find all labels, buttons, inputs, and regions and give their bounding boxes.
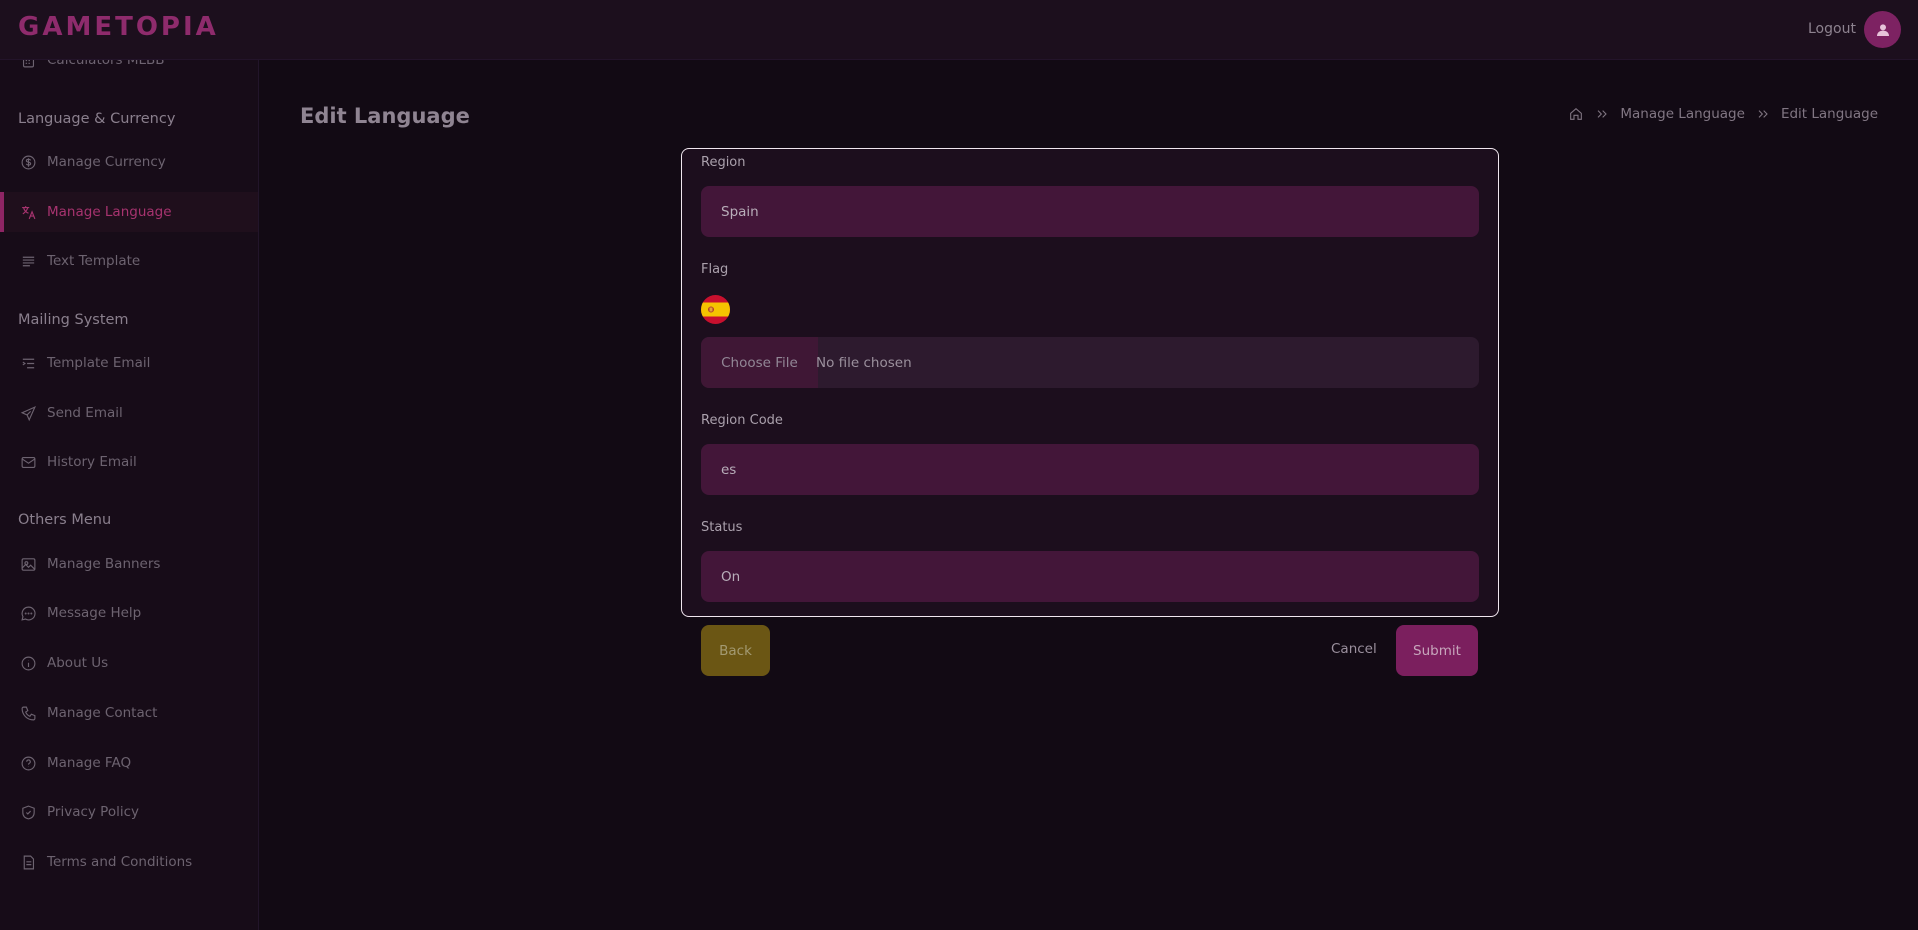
sidebar-item-message-help[interactable]: Message Help: [0, 593, 258, 633]
sidebar-item-send-email[interactable]: Send Email: [0, 393, 258, 433]
submit-button[interactable]: Submit: [1396, 625, 1478, 676]
translate-icon: [18, 202, 38, 222]
sidebar-item-calculators[interactable]: Calculators MLBB: [0, 60, 258, 80]
chat-icon: [18, 603, 38, 623]
sidebar-item-label: Template Email: [47, 355, 151, 371]
sidebar-item-label: Message Help: [47, 605, 142, 621]
sidebar-item-label: Calculators MLBB: [47, 60, 165, 68]
sidebar-item-label: Send Email: [47, 405, 123, 421]
sidebar-item-terms-conditions[interactable]: Terms and Conditions: [0, 842, 258, 882]
breadcrumb-link[interactable]: Manage Language: [1620, 106, 1745, 122]
breadcrumb: Manage Language Edit Language: [1568, 106, 1878, 122]
sidebar-item-manage-banners[interactable]: Manage Banners: [0, 544, 258, 584]
user-icon: [1876, 23, 1889, 36]
choose-file-button[interactable]: Choose File: [701, 337, 818, 388]
sidebar-item-label: About Us: [47, 655, 109, 671]
sidebar-section-title: Mailing System: [18, 312, 129, 328]
region-label: Region: [701, 155, 746, 170]
app-logo[interactable]: GAMETOPIA: [18, 12, 219, 42]
sidebar-item-manage-faq[interactable]: Manage FAQ: [0, 743, 258, 783]
currency-icon: [18, 152, 38, 172]
back-button[interactable]: Back: [701, 625, 770, 676]
sidebar-item-history-email[interactable]: History Email: [0, 442, 258, 482]
calculator-icon: [18, 60, 38, 70]
sidebar-item-label: Text Template: [47, 253, 141, 269]
image-icon: [18, 554, 38, 574]
spain-flag-image: [701, 295, 730, 324]
sidebar-section-title: Language & Currency: [18, 111, 176, 127]
sidebar-section-title: Others Menu: [18, 512, 112, 528]
sidebar-item-text-template[interactable]: Text Template: [0, 241, 258, 281]
sidebar-item-manage-contact[interactable]: Manage Contact: [0, 693, 258, 733]
shield-icon: [18, 802, 38, 822]
region-code-field[interactable]: es: [701, 444, 1479, 495]
file-status-text: No file chosen: [816, 354, 912, 371]
sidebar-item-privacy-policy[interactable]: Privacy Policy: [0, 792, 258, 832]
breadcrumb-current: Edit Language: [1780, 106, 1878, 122]
avatar[interactable]: [1864, 11, 1901, 48]
status-select[interactable]: On: [701, 551, 1479, 602]
info-icon: [18, 653, 38, 673]
sidebar: Calculators MLBB Language & Currency Man…: [0, 60, 259, 930]
page-title: Edit Language: [300, 104, 470, 128]
phone-icon: [18, 703, 38, 723]
flag-label: Flag: [701, 262, 729, 277]
sidebar-item-label: Privacy Policy: [47, 804, 140, 820]
mail-icon: [18, 452, 38, 472]
sidebar-item-label: Manage Currency: [47, 154, 166, 170]
edit-language-form: Region Spain Flag Choose File No file ch…: [681, 148, 1499, 617]
logout-link[interactable]: Logout: [1808, 21, 1856, 37]
chevron-double-right-icon: [1758, 110, 1768, 118]
top-bar: GAMETOPIA Logout: [0, 0, 1918, 60]
region-field[interactable]: Spain: [701, 186, 1479, 237]
sidebar-item-label: Manage Contact: [47, 705, 158, 721]
question-icon: [18, 753, 38, 773]
sidebar-item-label: History Email: [47, 454, 137, 470]
sidebar-item-manage-currency[interactable]: Manage Currency: [0, 142, 258, 182]
document-icon: [18, 852, 38, 872]
chevron-double-right-icon: [1598, 110, 1608, 118]
sidebar-item-label: Manage Banners: [47, 556, 161, 572]
home-icon[interactable]: [1568, 106, 1584, 122]
sidebar-item-template-email[interactable]: Template Email: [0, 343, 258, 383]
text-lines-icon: [18, 251, 38, 271]
status-label: Status: [701, 520, 743, 535]
flag-file-input[interactable]: Choose File No file chosen: [701, 337, 1479, 388]
sidebar-item-label: Manage Language: [47, 204, 172, 220]
sidebar-item-manage-language[interactable]: Manage Language: [0, 192, 258, 232]
sidebar-item-label: Terms and Conditions: [47, 854, 193, 870]
list-indent-icon: [18, 353, 38, 373]
region-code-label: Region Code: [701, 413, 783, 428]
sidebar-item-about-us[interactable]: About Us: [0, 643, 258, 683]
sidebar-item-label: Manage FAQ: [47, 755, 132, 771]
send-icon: [18, 403, 38, 423]
cancel-button[interactable]: Cancel: [1331, 641, 1377, 657]
